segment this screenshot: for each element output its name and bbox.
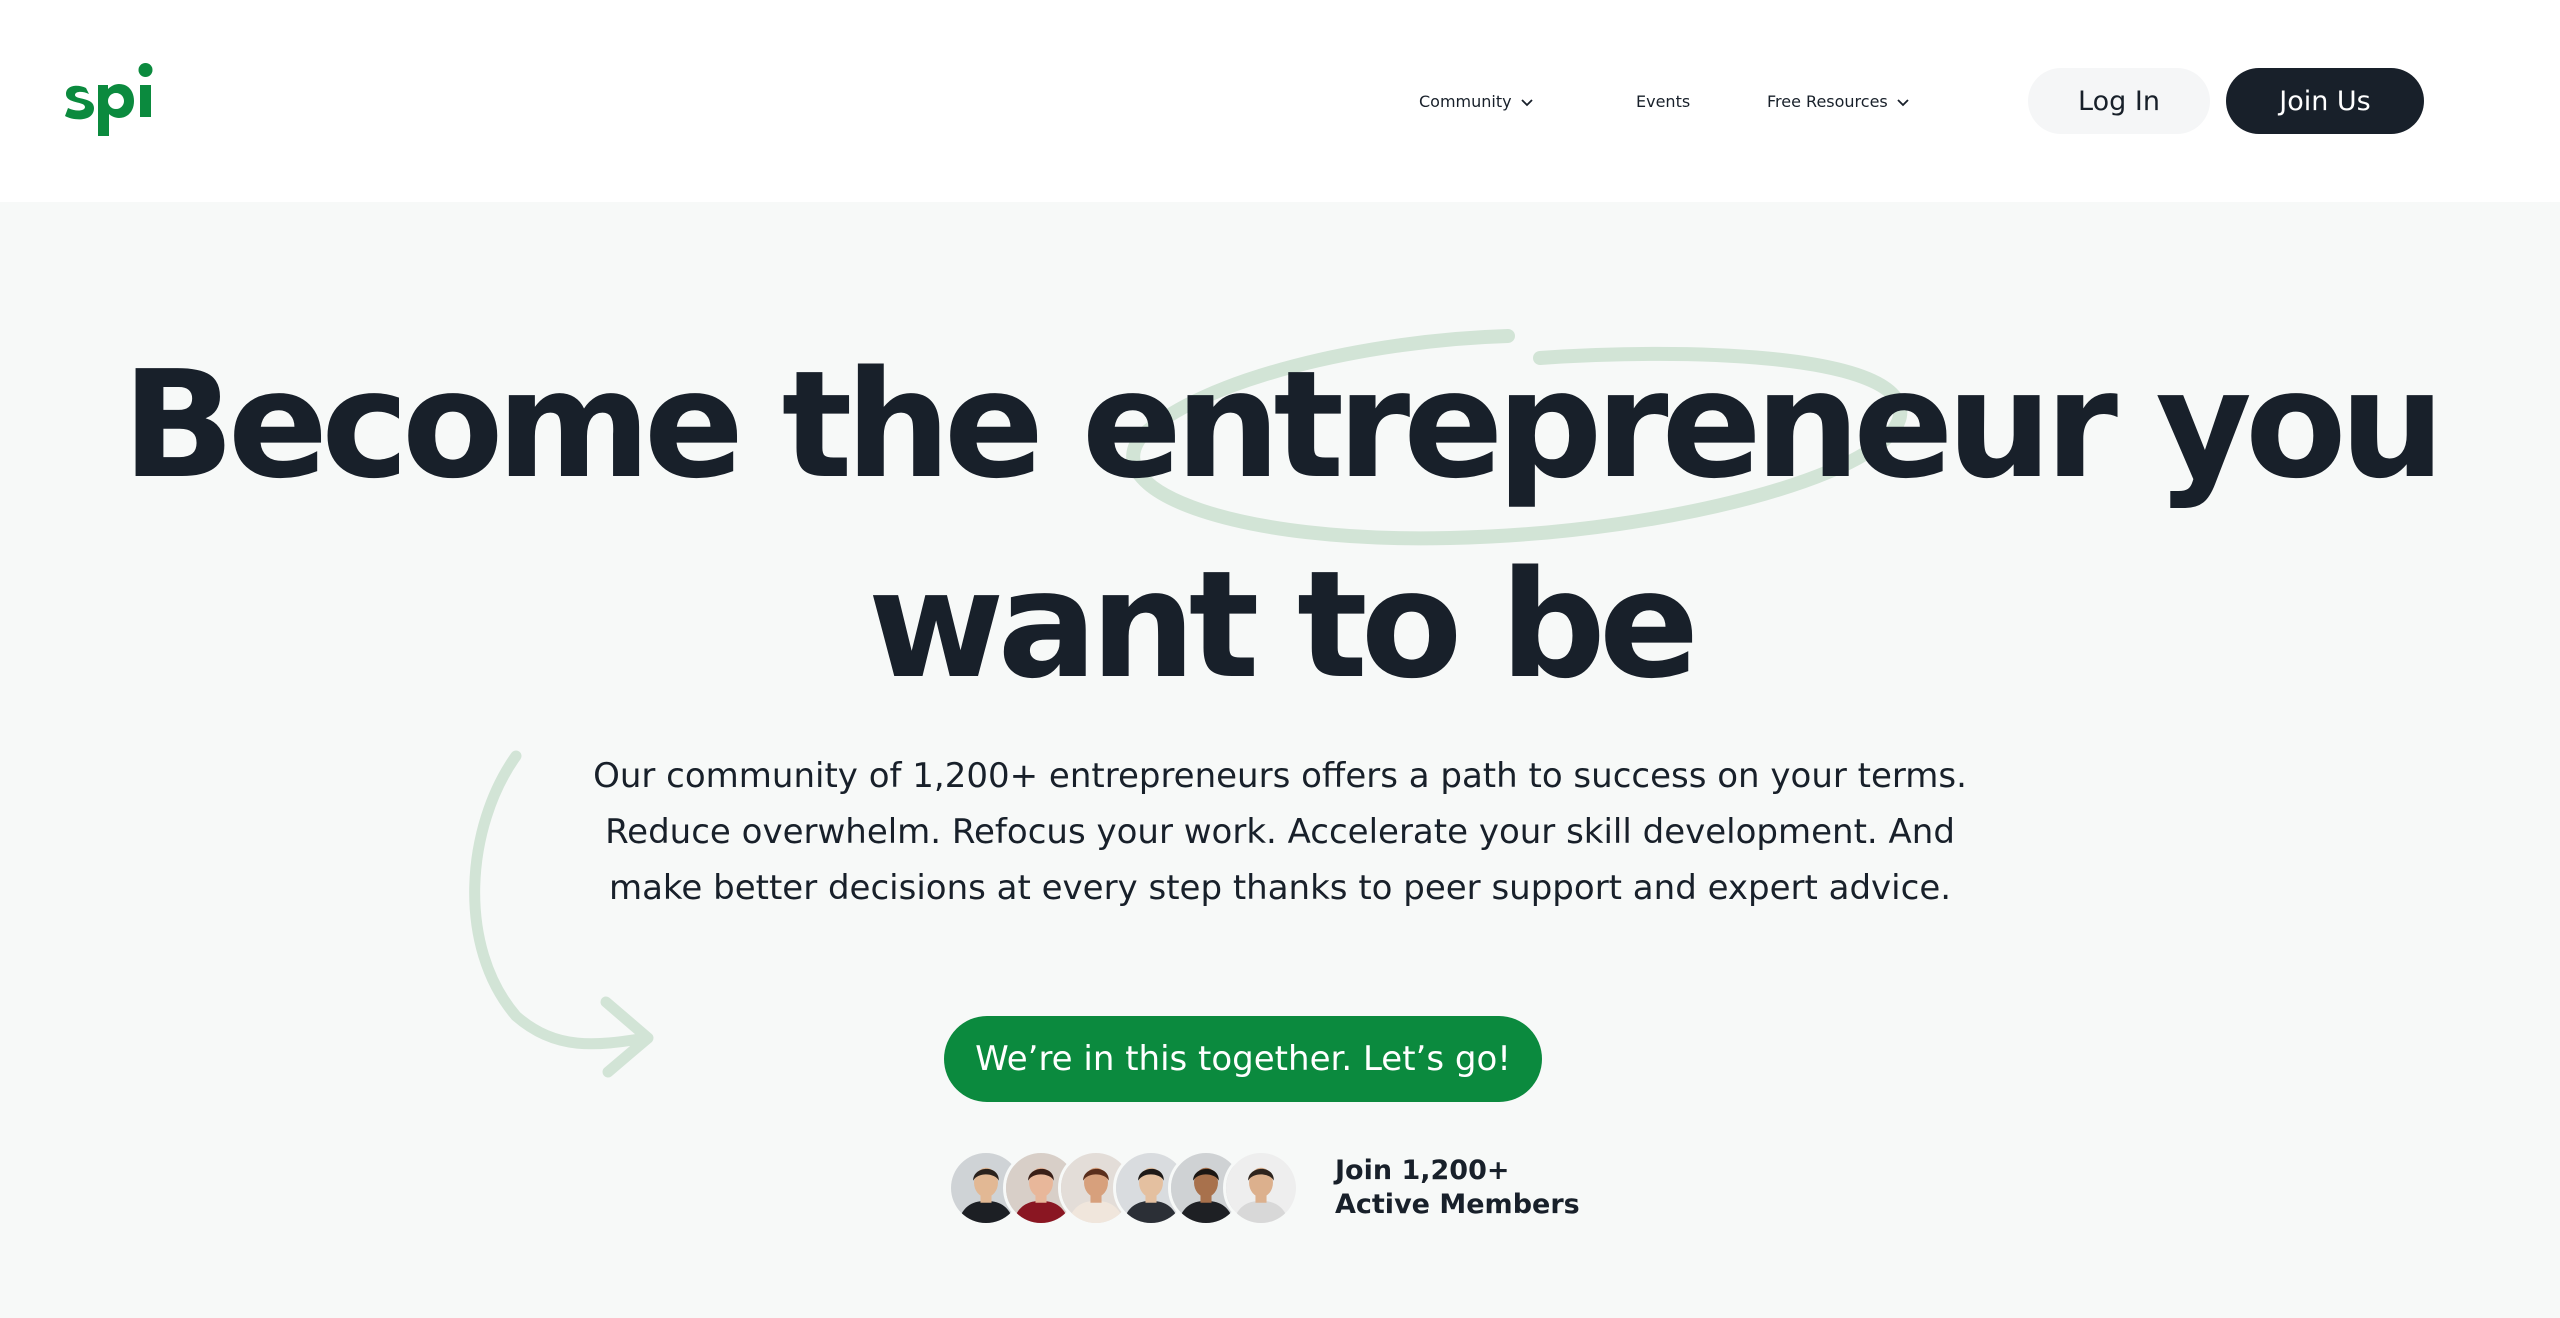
hero-headline-line-1: Become the entrepreneur you — [121, 339, 2445, 511]
person-avatar-icon — [1226, 1153, 1296, 1223]
hero-description-line: Reduce overwhelm. Refocus your work. Acc… — [605, 812, 1955, 852]
hero-headline-line-2: want to be — [867, 539, 1700, 711]
hero-description-line: Our community of 1,200+ entrepreneurs of… — [593, 756, 1967, 796]
nav-events-label: Events — [1636, 92, 1691, 111]
hero-cta-button[interactable]: We’re in this together. Let’s go! — [944, 1016, 1542, 1102]
nav-community[interactable]: Community — [1419, 82, 1534, 122]
spi-logo[interactable] — [62, 58, 168, 142]
login-button[interactable]: Log In — [2028, 68, 2210, 134]
nav-free-resources[interactable]: Free Resources — [1767, 82, 1910, 122]
member-avatar-6 — [1223, 1150, 1299, 1226]
nav-free-resources-label: Free Resources — [1767, 92, 1888, 111]
members-count-line-2: Active Members — [1335, 1189, 1580, 1220]
members-count: Join 1,200+ Active Members — [1335, 1154, 1580, 1222]
join-us-button[interactable]: Join Us — [2226, 68, 2424, 134]
nav-events[interactable]: Events — [1636, 82, 1690, 122]
chevron-down-icon — [1520, 99, 1533, 107]
hero-description: Our community of 1,200+ entrepreneurs of… — [530, 748, 2030, 916]
chevron-down-icon — [1897, 99, 1909, 107]
hero-description-line: make better decisions at every step than… — [608, 868, 1952, 908]
members-count-line-1: Join 1,200+ — [1335, 1155, 1510, 1186]
nav-community-label: Community — [1419, 92, 1512, 111]
site-header: Community Events Free Resources Log In J… — [0, 0, 2560, 202]
member-avatar-stack — [948, 1150, 1308, 1226]
